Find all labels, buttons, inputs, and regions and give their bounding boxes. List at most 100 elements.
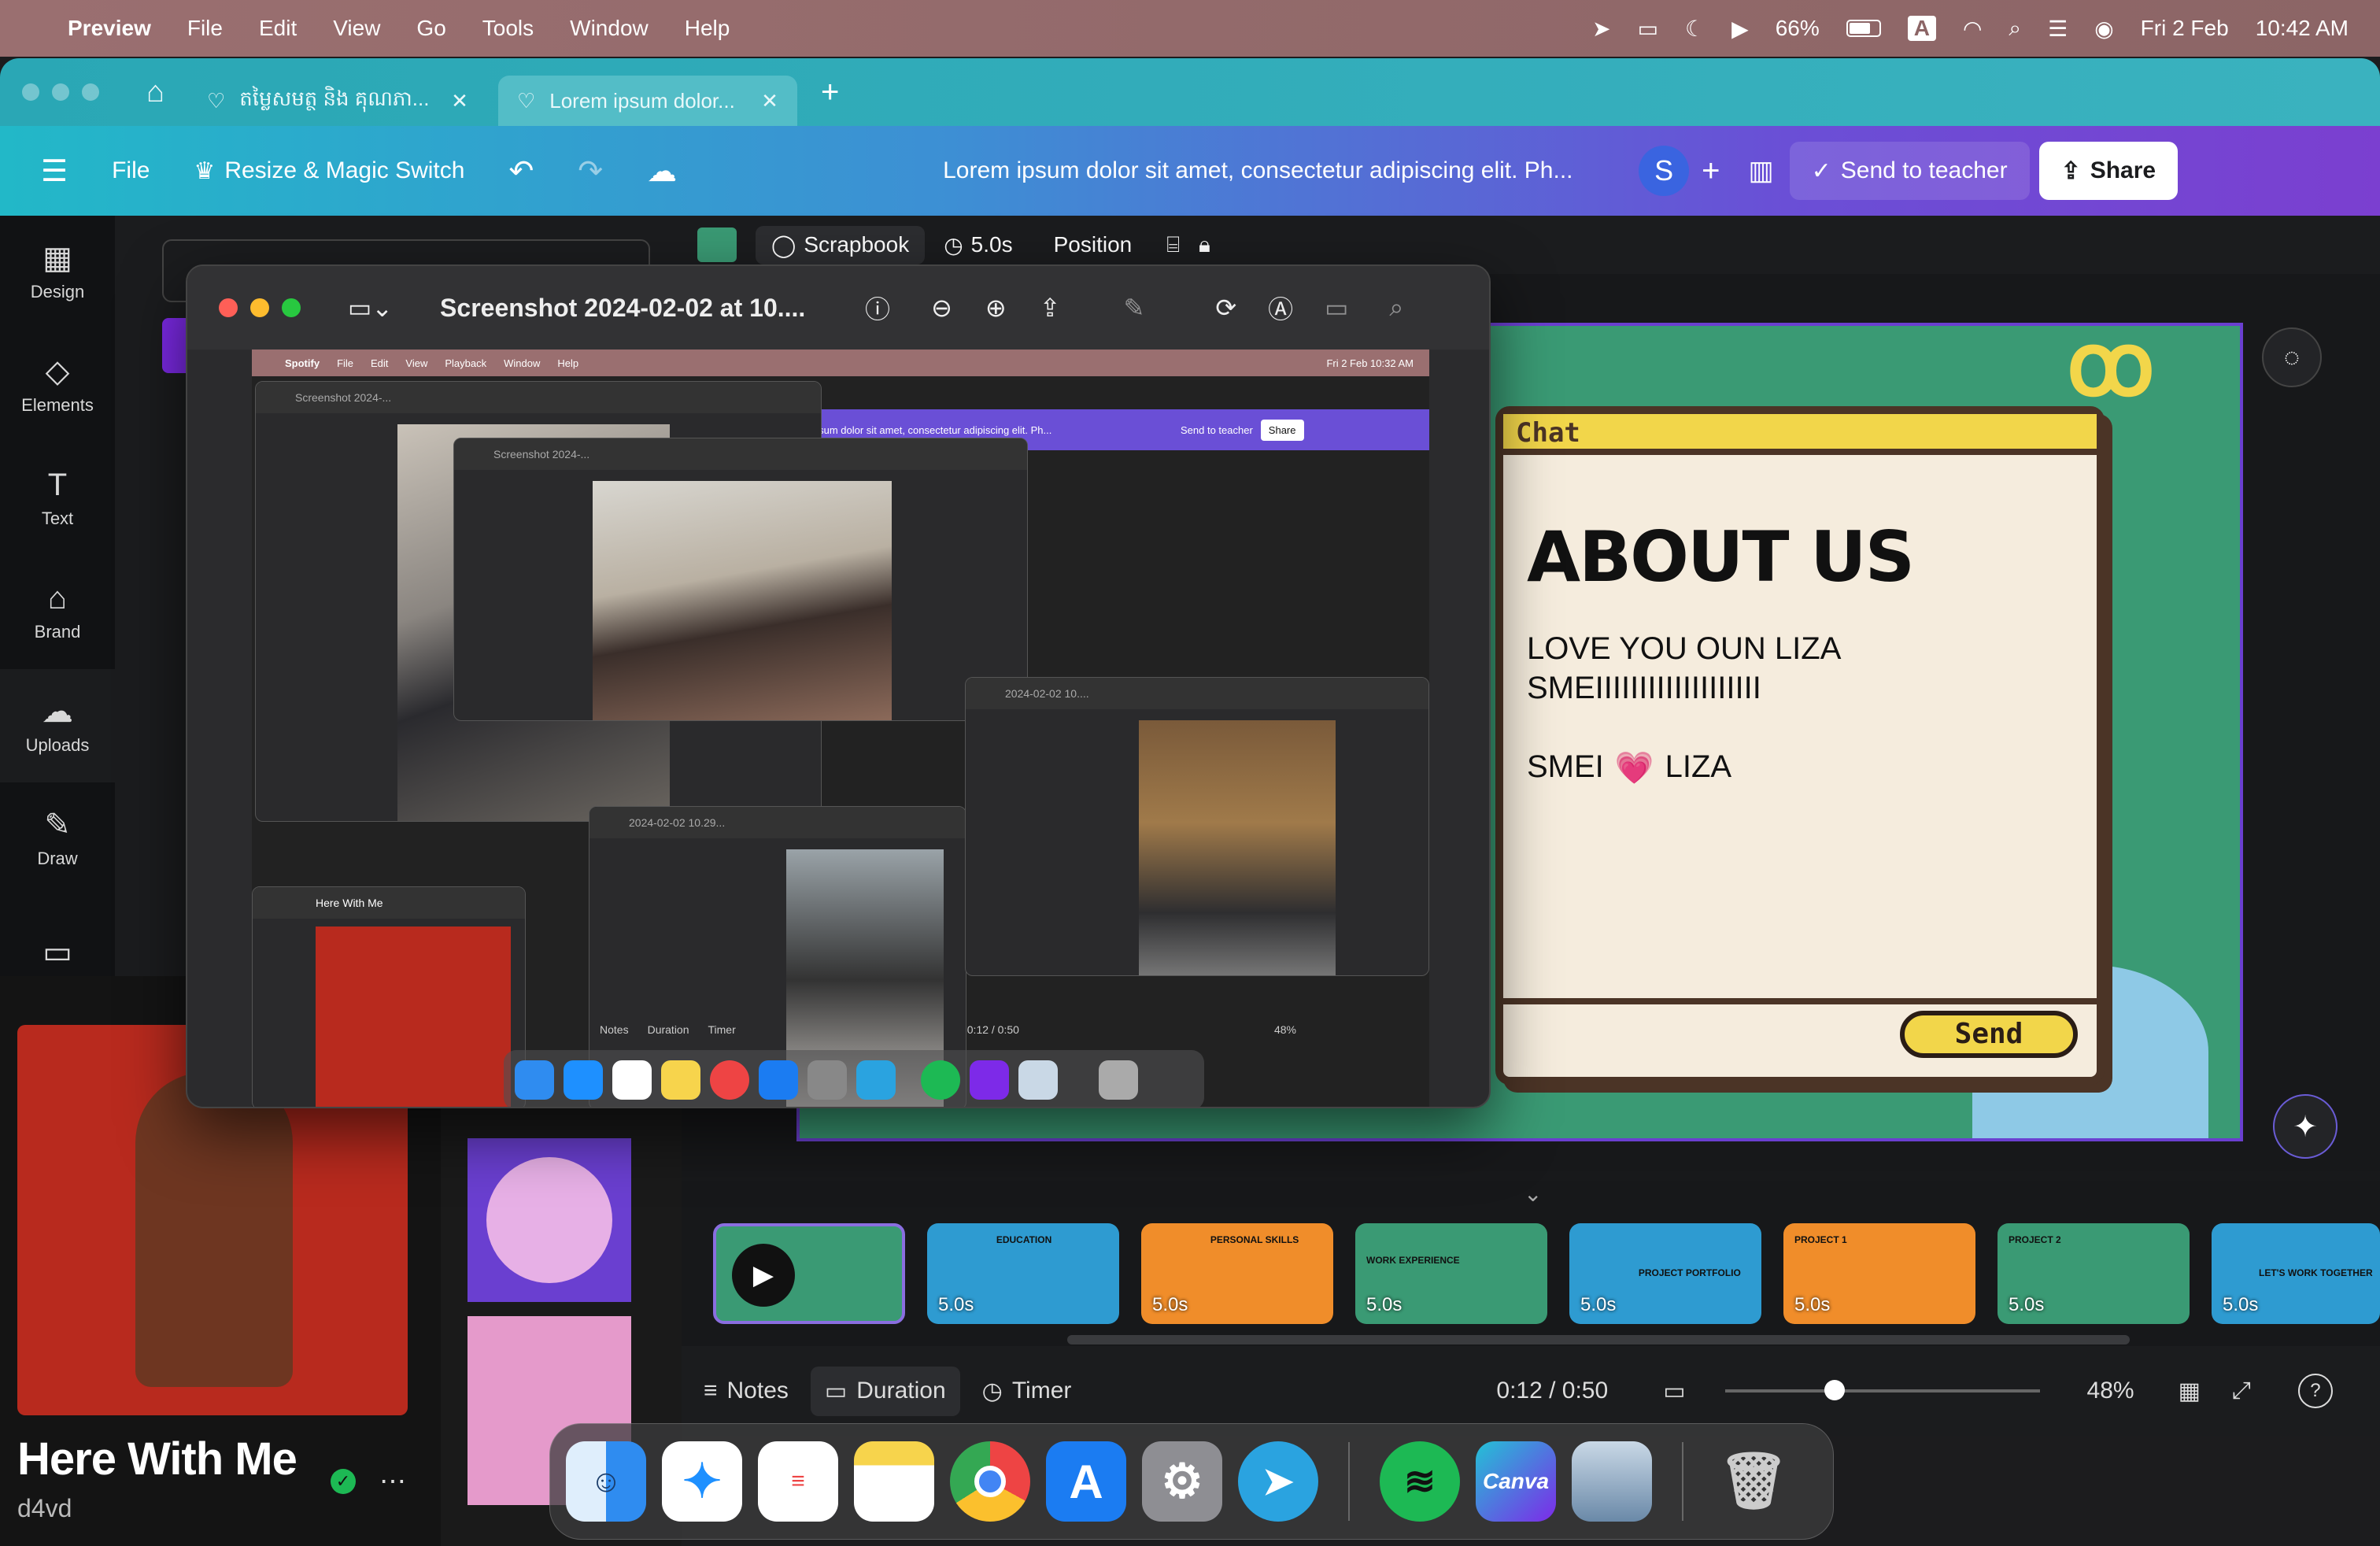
menu-file[interactable]: File bbox=[187, 16, 223, 41]
page-thumbnail[interactable]: PERSONAL SKILLS 5.0s bbox=[1141, 1223, 1333, 1324]
menu-edit[interactable]: Edit bbox=[259, 16, 297, 41]
position-button[interactable]: Position bbox=[1054, 232, 1133, 257]
focus-moon-icon[interactable]: ☾ bbox=[1685, 16, 1705, 42]
zoom-out-icon[interactable]: ⊖ bbox=[931, 293, 952, 323]
chrome-icon[interactable] bbox=[950, 1441, 1030, 1522]
safari-icon[interactable]: ✦ bbox=[662, 1441, 742, 1522]
trash-icon[interactable]: 🗑︎ bbox=[1713, 1441, 1794, 1522]
comment-icon[interactable]: ◌ bbox=[2262, 327, 2322, 387]
app-menu[interactable]: Preview bbox=[68, 16, 151, 41]
smei-line[interactable]: SMEIIIIIIIIIIIIIIIIIII bbox=[1527, 671, 1761, 706]
grid-view-icon[interactable]: ▦ bbox=[2179, 1378, 2201, 1405]
insights-icon[interactable]: ▥ bbox=[1748, 155, 1773, 187]
user-avatar[interactable]: S bbox=[1639, 146, 1690, 196]
menu-tools[interactable]: Tools bbox=[482, 16, 534, 41]
paint-roller-icon[interactable]: ⌸ bbox=[1166, 232, 1180, 258]
markup-pen-icon[interactable]: ✎ bbox=[1124, 293, 1145, 323]
fullscreen-icon[interactable]: ⤢ bbox=[2232, 1378, 2251, 1404]
battery-icon[interactable] bbox=[1846, 20, 1881, 37]
share-icon[interactable]: ⇪ bbox=[1040, 293, 1061, 323]
artist-name[interactable]: d4vd bbox=[17, 1494, 72, 1523]
search-icon[interactable]: ⌕ bbox=[1389, 293, 1403, 323]
upload-thumb[interactable] bbox=[468, 1138, 631, 1302]
info-icon[interactable]: ⓘ bbox=[865, 290, 890, 326]
telegram-icon[interactable]: ➤ bbox=[1238, 1441, 1318, 1522]
finder-icon[interactable]: ☺ bbox=[566, 1441, 646, 1522]
tab-lorem[interactable]: ♡ Lorem ipsum dolor... ✕ bbox=[497, 76, 797, 126]
siri-icon[interactable]: ◉ bbox=[2094, 16, 2113, 42]
page-thumbnail[interactable]: ▶ bbox=[713, 1223, 905, 1324]
color-swatch[interactable] bbox=[697, 227, 737, 262]
play-button-icon[interactable]: ▶ bbox=[732, 1244, 795, 1307]
menu-window[interactable]: Window bbox=[570, 16, 649, 41]
zoom-in-icon[interactable]: ⊕ bbox=[985, 293, 1007, 323]
zoom-dot[interactable] bbox=[82, 83, 99, 101]
tab-close-icon[interactable]: ✕ bbox=[451, 89, 468, 113]
collapse-chevron-icon[interactable]: ⌄ bbox=[1524, 1181, 1542, 1207]
more-options-icon[interactable]: ⋯ bbox=[379, 1466, 406, 1497]
liked-check-icon[interactable]: ✓ bbox=[331, 1469, 356, 1494]
zoom-slider-knob[interactable] bbox=[1824, 1380, 1845, 1400]
minimize-dot[interactable] bbox=[52, 83, 69, 101]
smei-liza-line[interactable]: SMEI 💗 LIZA bbox=[1527, 749, 1731, 786]
resize-button[interactable]: ♛ Resize & Magic Switch bbox=[172, 142, 486, 200]
cloud-saved-icon[interactable]: ☁ bbox=[625, 142, 699, 200]
sidebar-item-uploads[interactable]: ☁ Uploads bbox=[0, 669, 115, 782]
minimize-button[interactable] bbox=[250, 298, 269, 317]
share-button[interactable]: ⇪ Share bbox=[2038, 142, 2179, 200]
menu-help[interactable]: Help bbox=[685, 16, 730, 41]
close-button[interactable] bbox=[219, 298, 238, 317]
sidebar-item-elements[interactable]: ◇ Elements bbox=[0, 329, 115, 442]
rotate-icon[interactable]: ⟳ bbox=[1215, 293, 1236, 323]
control-center-icon[interactable]: ☰ bbox=[2048, 16, 2068, 42]
redo-icon[interactable]: ↷ bbox=[556, 142, 625, 200]
font-picker[interactable]: ◯ Scrapbook bbox=[756, 225, 926, 264]
zoom-level[interactable]: 48% bbox=[2087, 1378, 2134, 1404]
zoom-slider[interactable] bbox=[1724, 1380, 2040, 1400]
file-menu[interactable]: File bbox=[90, 142, 172, 200]
close-dot[interactable] bbox=[22, 83, 39, 101]
love-line[interactable]: LOVE YOU OUN LIZA bbox=[1527, 631, 1841, 667]
sidebar-item-draw[interactable]: ✎ Draw bbox=[0, 782, 115, 896]
tab-close-icon[interactable]: ✕ bbox=[761, 89, 778, 113]
page-thumbnail[interactable]: EDUCATION 5.0s bbox=[927, 1223, 1119, 1324]
sidebar-item-design[interactable]: ▦ Design bbox=[0, 216, 115, 329]
page-thumbnail[interactable]: WORK EXPERIENCE 5.0s bbox=[1355, 1223, 1547, 1324]
reminders-icon[interactable]: ≡ bbox=[758, 1441, 838, 1522]
menubar-time[interactable]: 10:42 AM bbox=[2256, 16, 2349, 41]
input-source[interactable]: A bbox=[1907, 16, 1936, 41]
magic-sparkle-icon[interactable]: ✦ bbox=[2273, 1094, 2338, 1159]
document-title[interactable]: Lorem ipsum dolor sit amet, consectetur … bbox=[943, 157, 1620, 184]
preview-icon[interactable] bbox=[1572, 1441, 1652, 1522]
duration-button[interactable]: ▭ Duration bbox=[810, 1366, 960, 1416]
spotify-icon[interactable]: ≋ bbox=[1380, 1441, 1460, 1522]
hamburger-menu-icon[interactable]: ☰ bbox=[0, 142, 90, 200]
location-icon[interactable]: ➤ bbox=[1592, 16, 1610, 42]
page-thumbnail[interactable]: LET'S WORK TOGETHER 5.0s bbox=[2212, 1223, 2380, 1324]
menubar-date[interactable]: Fri 2 Feb bbox=[2141, 16, 2229, 41]
signature-icon[interactable]: ▭ bbox=[1325, 293, 1348, 323]
wifi-icon[interactable]: ◠ bbox=[1963, 16, 1982, 42]
timeline-scrollbar[interactable] bbox=[1067, 1335, 2130, 1344]
tab-khmer[interactable]: ♡ តម្លៃសមត្ថ និង គុណភា... ✕ bbox=[188, 76, 487, 126]
help-icon[interactable]: ? bbox=[2297, 1374, 2333, 1408]
home-icon[interactable]: ⌂ bbox=[146, 76, 164, 109]
about-heading[interactable]: ABOUT US bbox=[1527, 516, 1915, 597]
song-title[interactable]: Here With Me bbox=[17, 1433, 298, 1485]
add-collaborator-icon[interactable]: + bbox=[1702, 153, 1720, 189]
play-icon[interactable]: ▶ bbox=[1731, 16, 1749, 42]
notes-button[interactable]: ≡ Notes bbox=[704, 1378, 789, 1404]
markup-icon[interactable]: Ⓐ bbox=[1268, 290, 1293, 326]
send-button-graphic[interactable]: Send bbox=[1900, 1011, 2078, 1058]
timer-button[interactable]: ◷ Timer bbox=[982, 1378, 1072, 1405]
canva-icon[interactable]: Canva bbox=[1476, 1441, 1556, 1522]
page-thumbnail[interactable]: PROJECT 1 5.0s bbox=[1783, 1223, 1975, 1324]
app-store-icon[interactable]: A bbox=[1046, 1441, 1126, 1522]
new-tab-button[interactable]: + bbox=[821, 75, 839, 110]
sidebar-toggle-icon[interactable]: ▭⌄ bbox=[348, 293, 393, 323]
duration-picker[interactable]: ◷ 5.0s bbox=[944, 232, 1012, 258]
menu-go[interactable]: Go bbox=[416, 16, 445, 41]
send-to-teacher-button[interactable]: ✓ Send to teacher bbox=[1789, 142, 2030, 200]
notes-icon[interactable] bbox=[854, 1441, 934, 1522]
page-thumbnail[interactable]: PROJECT 2 5.0s bbox=[1998, 1223, 2190, 1324]
